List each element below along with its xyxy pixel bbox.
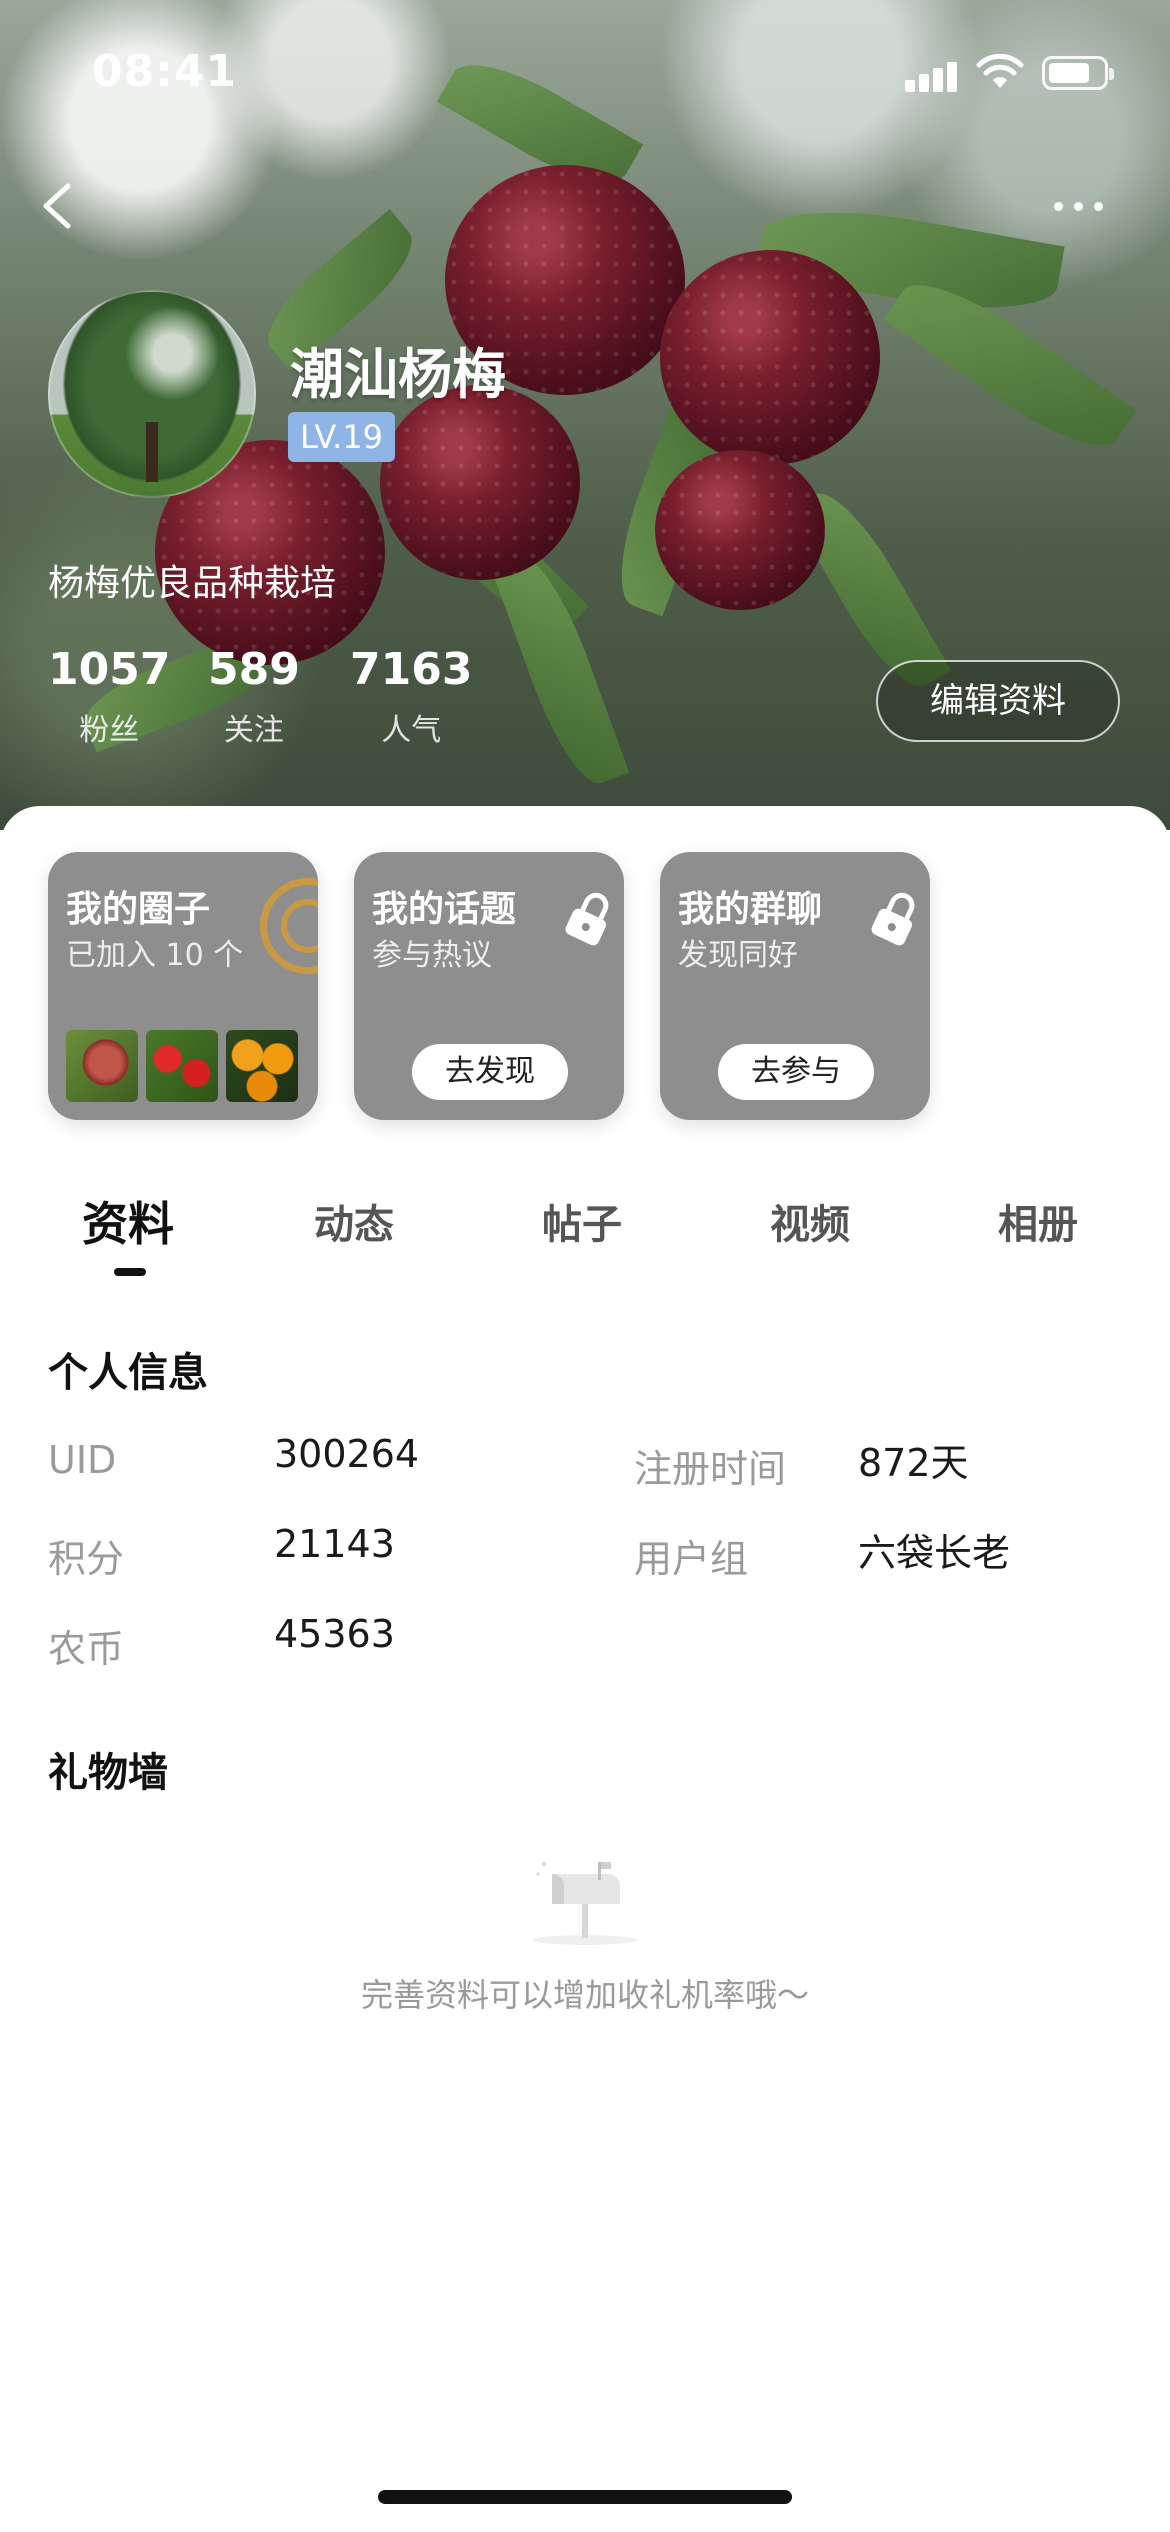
info-value-points: 21143 (274, 1522, 395, 1566)
info-label-user-group: 用户组 (634, 1537, 749, 1581)
level-badge: LV.19 (288, 412, 395, 462)
card-subtitle: 发现同好 (678, 938, 798, 973)
stat-popularity[interactable]: 7163 人气 (350, 644, 472, 749)
info-label-uid: UID (48, 1438, 117, 1482)
avatar[interactable] (48, 290, 256, 498)
info-label-register-time: 注册时间 (634, 1447, 787, 1491)
status-bar-time: 08:41 (92, 46, 238, 97)
tab-videos[interactable]: 视频 (770, 1192, 850, 1250)
card-my-topics[interactable]: 我的话题 参与热议 去发现 (354, 852, 624, 1120)
lock-icon (871, 892, 915, 946)
info-label-points: 积分 (48, 1537, 125, 1581)
edit-profile-button[interactable]: 编辑资料 (876, 660, 1120, 742)
card-my-circles[interactable]: 我的圈子 已加入 10 个 (48, 852, 318, 1120)
more-options-icon[interactable] (1048, 190, 1108, 220)
circle-ring-icon (260, 878, 318, 974)
stat-label: 人气 (381, 713, 442, 748)
circle-thumbnail[interactable] (146, 1030, 218, 1102)
tab-posts[interactable]: 帖子 (542, 1192, 622, 1250)
wifi-icon (976, 53, 1024, 88)
stat-value: 1057 (48, 644, 171, 695)
stat-label: 粉丝 (79, 713, 140, 748)
profile-bio: 杨梅优良品种栽培 (48, 563, 337, 604)
gift-wall-empty-text: 完善资料可以增加收礼机率哦～ (360, 1976, 809, 2014)
stat-value: 589 (208, 644, 300, 695)
personal-info-title: 个人信息 (48, 1350, 208, 1396)
info-value-user-group: 六袋长老 (858, 1531, 1011, 1575)
info-value-farm-coins: 45363 (274, 1612, 395, 1656)
active-tab-indicator (114, 1268, 146, 1276)
info-value-register-time: 872天 (858, 1441, 969, 1485)
lock-icon (565, 892, 609, 946)
back-arrow-icon[interactable] (30, 176, 90, 236)
mailbox-icon (533, 1862, 637, 1945)
stat-label: 关注 (223, 713, 284, 748)
cellular-signal-icon (905, 58, 961, 92)
card-subtitle: 已加入 10 个 (66, 938, 244, 973)
stat-following[interactable]: 589 关注 (208, 644, 300, 749)
home-indicator[interactable] (378, 2490, 792, 2504)
tab-activity[interactable]: 动态 (314, 1192, 394, 1250)
circle-thumbnail[interactable] (226, 1030, 298, 1102)
card-my-group-chats[interactable]: 我的群聊 发现同好 去参与 (660, 852, 930, 1120)
battery-icon (1042, 56, 1114, 90)
circle-thumbnail[interactable] (66, 1030, 138, 1102)
card-title: 我的群聊 (678, 889, 823, 930)
card-title: 我的话题 (372, 889, 517, 930)
tab-profile-info[interactable]: 资料 (82, 1188, 174, 1254)
card-subtitle: 参与热议 (372, 938, 492, 973)
card-title: 我的圈子 (66, 889, 211, 930)
profile-username: 潮汕杨梅 (290, 343, 506, 406)
discover-button[interactable]: 去发现 (412, 1044, 568, 1100)
info-label-farm-coins: 农币 (48, 1627, 125, 1671)
join-button[interactable]: 去参与 (718, 1044, 874, 1100)
tab-albums[interactable]: 相册 (998, 1192, 1078, 1250)
info-value-uid: 300264 (274, 1432, 420, 1476)
stat-value: 7163 (350, 644, 473, 695)
stat-followers[interactable]: 1057 粉丝 (48, 644, 170, 749)
gift-wall-title: 礼物墙 (48, 1750, 168, 1796)
